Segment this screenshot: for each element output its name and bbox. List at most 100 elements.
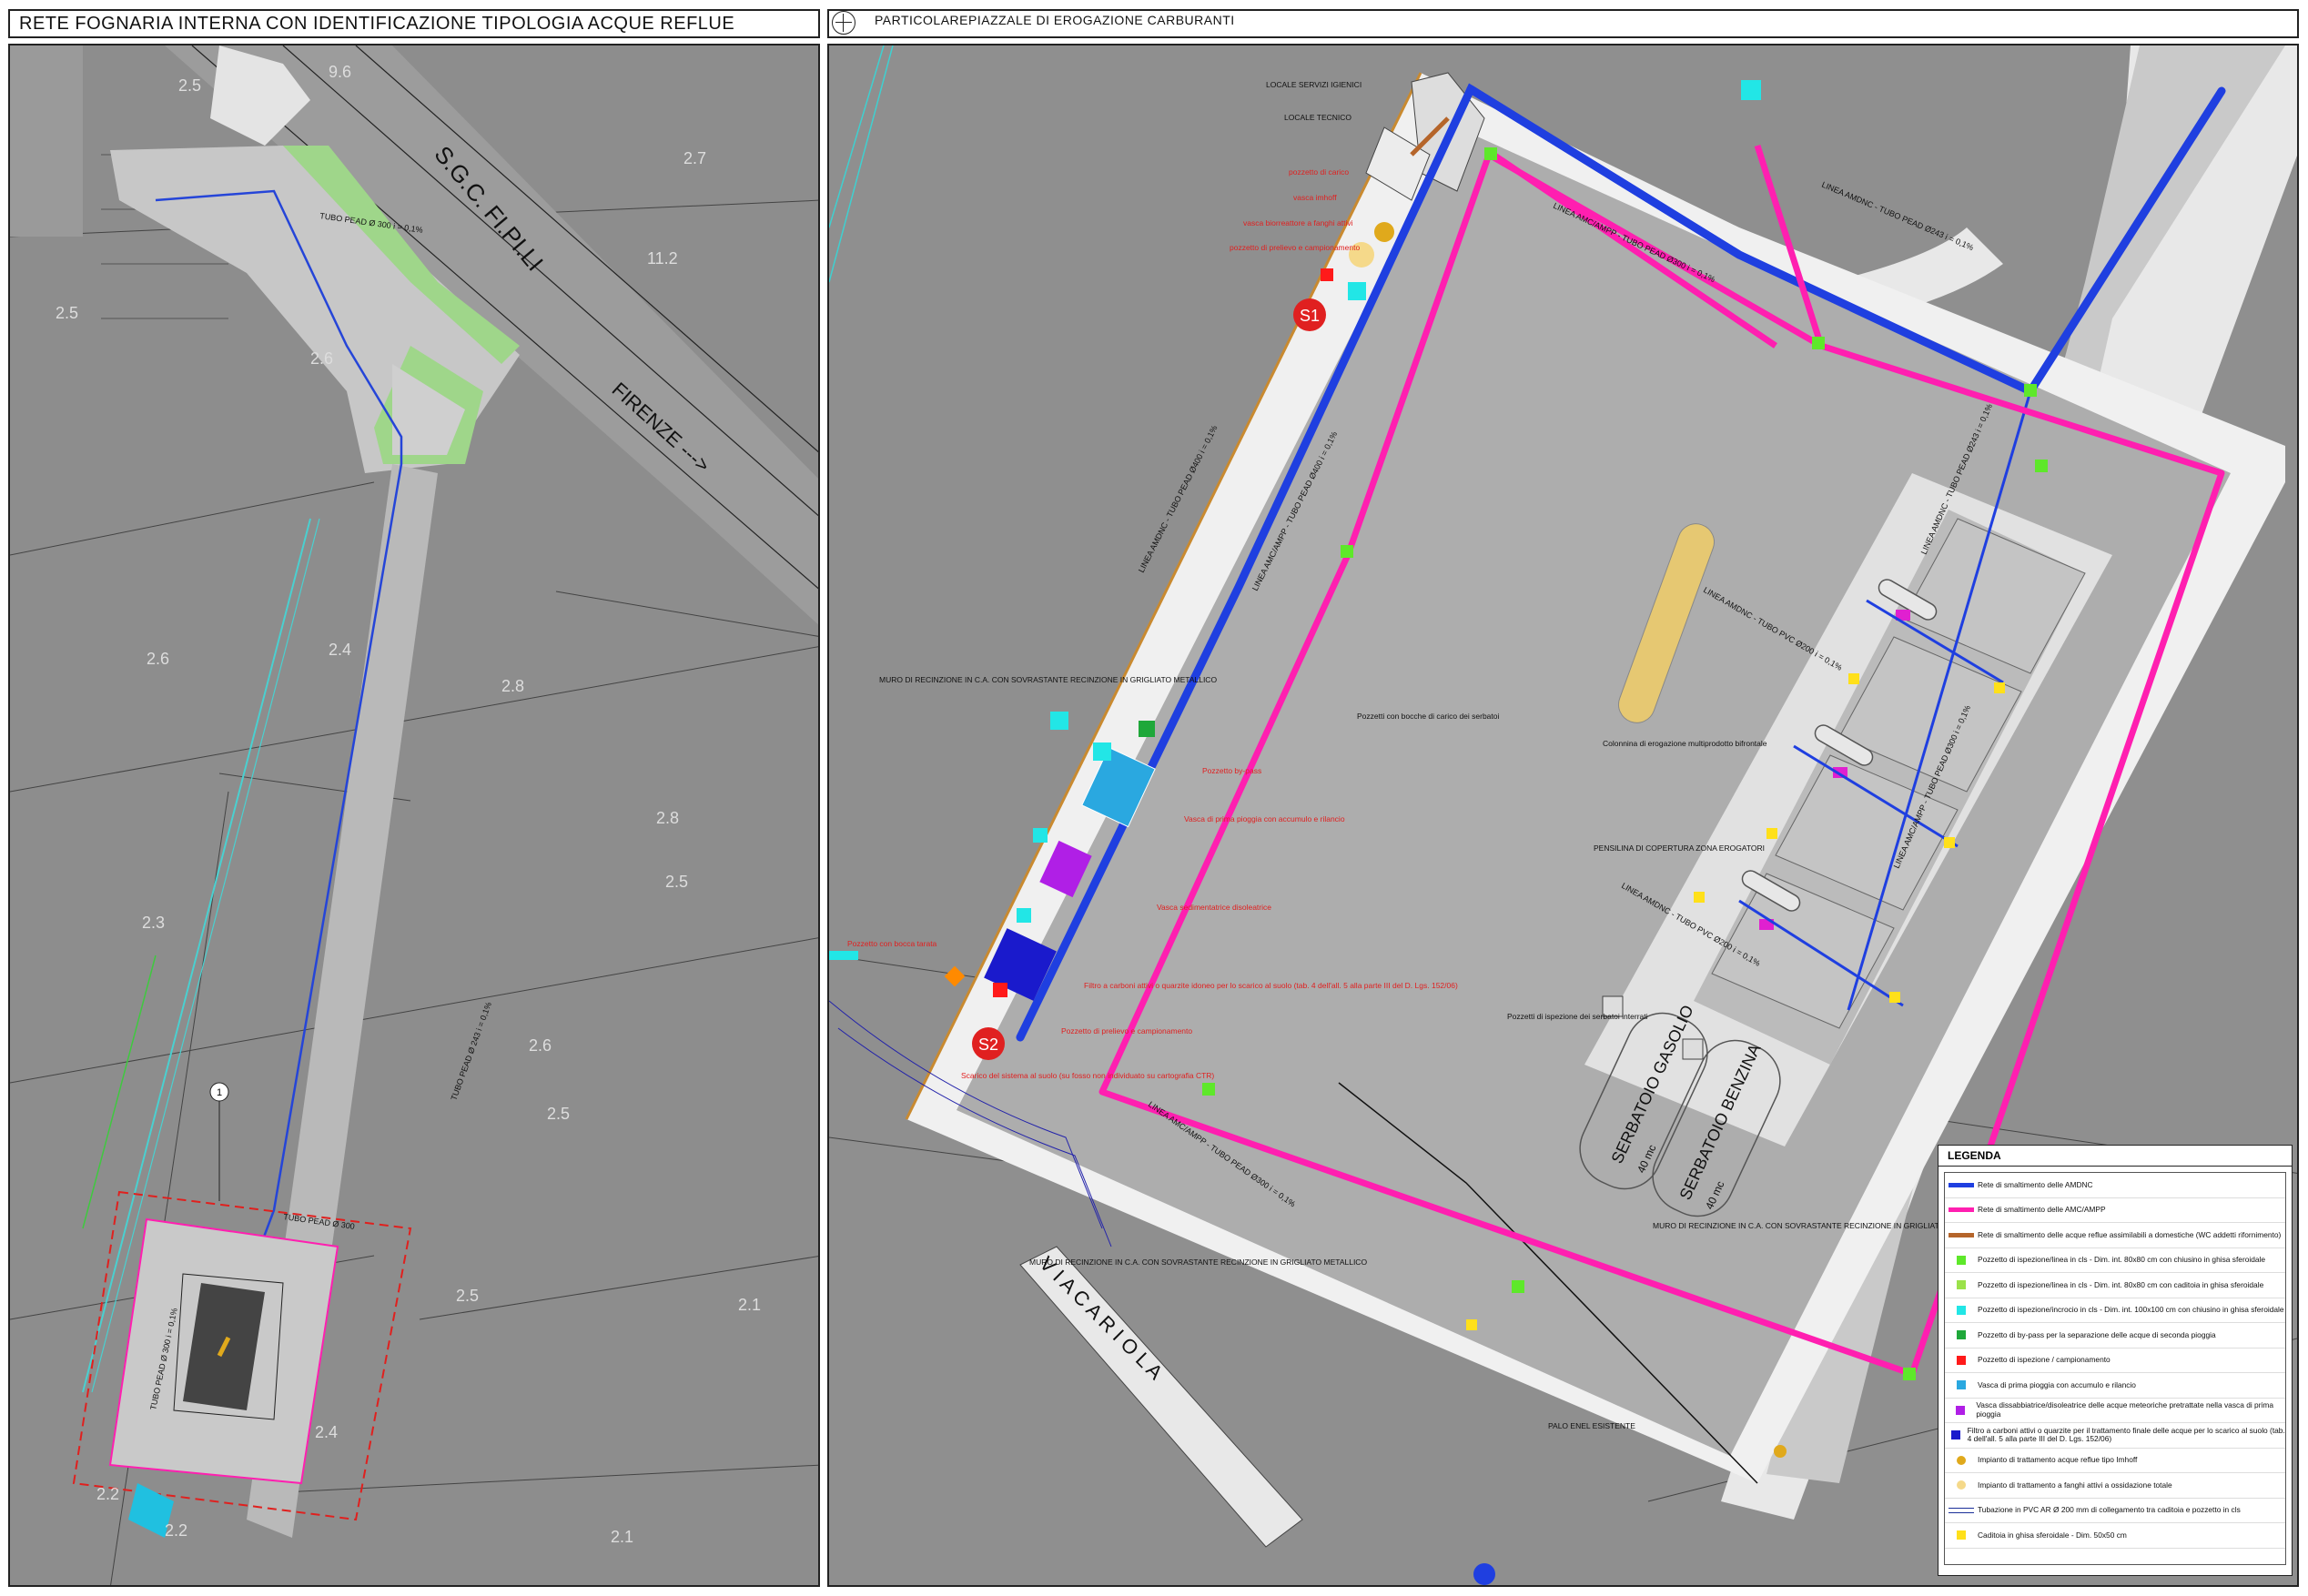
elevation: 2.5 [665,873,688,891]
legend-item-label: Rete di smaltimento delle acque reflue a… [1978,1229,2282,1239]
elevation: 2.4 [329,641,351,659]
legend-square-icon [1951,1430,1961,1440]
legend-item: Filtro a carboni attivi o quarzite per i… [1945,1423,2285,1449]
legend-title: LEGENDA [1939,1146,2292,1167]
label-bypass: Pozzetto by-pass [1202,766,1261,775]
legend-square-icon [1957,1280,1966,1290]
elevation: 2.5 [56,304,78,322]
label-fence-bottom: MURO DI RECINZIONE IN C.A. CON SOVRASTAN… [1029,1258,1367,1267]
legend-item: Rete di smaltimento delle AMC/AMPP [1945,1198,2285,1223]
legend-circle-icon [1957,1455,1966,1465]
legend-line-icon [1949,1232,1974,1237]
site-plan-drawing: 1 S.G.C. FI.PI.LI FIRENZE ---> TUBO PEAD… [10,45,818,1585]
label-dispenser: Colonnina di erogazione multiprodotto bi… [1603,739,1767,748]
sampling-point-s1: S1 [1300,307,1320,325]
label-enel-pole: PALO ENEL ESISTENTE [1548,1421,1635,1430]
elevation: 2.2 [165,1521,187,1540]
legend-item: Caditoia in ghisa sferoidale - Dim. 50x5… [1945,1523,2285,1549]
elevation: 2.1 [738,1296,761,1314]
elevation: 2.1 [611,1528,633,1546]
label-service-building: LOCALE SERVIZI IGIENICI [1266,80,1362,89]
bypass-well-icon [1139,721,1155,737]
legend-item: Pozzetto di ispezione/linea in cls - Dim… [1945,1248,2285,1273]
label-loading-well: pozzetto di carico [1289,167,1349,177]
left-panel-title: RETE FOGNARIA INTERNA CON IDENTIFICAZION… [19,14,735,34]
elevation: 2.8 [656,809,679,827]
legend-circle-icon [1957,1480,1966,1490]
elevation: 2.6 [529,1036,552,1055]
legend-item-label: Rete di smaltimento delle AMDNC [1978,1179,2093,1189]
elevation: 9.6 [329,63,351,81]
legend-item-label: Impianto di trattamento a fanghi attivi … [1978,1480,2172,1490]
legend-pipe-icon [1949,1507,1974,1513]
legend-line-icon [1949,1207,1974,1213]
legend-item: Pozzetto di by-pass per la separazione d… [1945,1323,2285,1349]
legend-square-icon [1957,1530,1966,1540]
legend-item-label: Vasca di prima pioggia con accumulo e ri… [1978,1379,2136,1389]
legend-square-icon [1956,1405,1966,1415]
elevation: 2.7 [683,149,706,167]
sampling-point-s2: S2 [978,1035,998,1054]
legend-square-icon [1957,1380,1966,1390]
legend-item-label: Vasca dissabbiatrice/disoleatrice delle … [1976,1400,2273,1419]
right-panel-title: PARTICOLAREPIAZZALE DI EROGAZIONE CARBUR… [875,13,1235,27]
label-fence-left: MURO DI RECINZIONE IN C.A. CON SOVRASTAN… [879,675,1217,684]
legend-item: Impianto di trattamento acque reflue tip… [1945,1449,2285,1473]
elevation: 2.5 [547,1105,570,1123]
label-sampling-top: pozzetto di prelievo e campionamento [1230,243,1360,252]
right-panel-header: PARTICOLAREPIAZZALE DI EROGAZIONE CARBUR… [827,9,2299,38]
legend-item: Pozzetto di ispezione/incrocio in cls - … [1945,1298,2285,1323]
legend-item-label: Pozzetto di ispezione/linea in cls - Dim… [1978,1279,2264,1289]
label-calibrated-well: Pozzetto con bocca tarata [847,939,937,948]
detail-marker: 1 [217,1087,222,1098]
legend-item: Pozzetto di ispezione / campionamento [1945,1349,2285,1373]
legend-square-icon [1957,1305,1966,1315]
label-filter: Filtro a carboni attivi o quarzite idone… [1084,981,1458,990]
legend-item-label: Impianto di trattamento acque reflue tip… [1978,1455,2138,1464]
elevation: 2.3 [142,914,165,932]
label-canopy: PENSILINA DI COPERTURA ZONA EROGATORI [1594,843,1765,853]
label-sampling-bottom: Pozzetto di prelievo e campionamento [1061,1026,1192,1035]
legend-item-label: Caditoia in ghisa sferoidale - Dim. 50x5… [1978,1530,2127,1540]
legend-items: Rete di smaltimento delle AMDNC Rete di s… [1944,1172,2286,1565]
elevation: 11.2 [647,249,678,268]
legend-line-icon [1949,1182,1974,1187]
legend-square-icon [1957,1330,1966,1340]
legend-item: Tubazione in PVC AR Ø 200 mm di collegam… [1945,1499,2285,1523]
legend-item-label: Pozzetto di ispezione/incrocio in cls - … [1978,1305,2284,1314]
label-bioreactor: vasca biorreattore a fanghi attivi [1243,218,1353,227]
legend-item: Vasca di prima pioggia con accumulo e ri… [1945,1373,2285,1399]
label-first-flush: Vasca di prima pioggia con accumulo e ri… [1184,814,1345,823]
elevation: 2.5 [178,76,201,95]
left-panel-header: RETE FOGNARIA INTERNA CON IDENTIFICAZION… [8,9,820,38]
label-imhoff: vasca imhoff [1293,193,1337,202]
enel-pole-icon [1774,1445,1787,1458]
legend-item: Vasca dissabbiatrice/disoleatrice delle … [1945,1399,2285,1423]
label-discharge: Scarico del sistema al suolo (su fosso n… [961,1071,1214,1080]
legend-square-icon [1957,1255,1966,1265]
fuel-station-detail-panel: V I A C A R I O L A SERBATOIO GASOLIO 40… [827,44,2299,1587]
elevation: 2.6 [310,349,333,368]
legend-item-label: Pozzetto di ispezione/linea in cls - Dim… [1978,1255,2266,1264]
legend-square-icon [1957,1355,1966,1365]
elevation: 2.8 [501,677,524,695]
legend-item: Rete di smaltimento delle acque reflue a… [1945,1223,2285,1248]
site-plan-panel: 1 S.G.C. FI.PI.LI FIRENZE ---> TUBO PEAD… [8,44,820,1587]
legend-item-label: Pozzetto di by-pass per la separazione d… [1978,1329,2216,1339]
legend-item: Pozzetto di ispezione/linea in cls - Dim… [1945,1273,2285,1298]
elevation: 2.4 [315,1423,338,1441]
label-sedimentation: Vasca sedimentatrice disoleatrice [1157,903,1271,912]
elevation: 2.5 [456,1287,479,1305]
elevation: 2.2 [96,1485,119,1503]
legend-item-label: Rete di smaltimento delle AMC/AMPP [1978,1205,2106,1214]
legend-item: Impianto di trattamento a fanghi attivi … [1945,1473,2285,1499]
legend-item-label: Filtro a carboni attivi o quarzite per i… [1967,1425,2285,1444]
label-technical-room: LOCALE TECNICO [1284,113,1351,122]
label-tank-fill-wells: Pozzetti con bocche di carico dei serbat… [1357,712,1500,721]
north-arrow-icon [832,11,855,35]
legend-item: Rete di smaltimento delle AMDNC [1945,1173,2285,1198]
legend-item-label: Tubazione in PVC AR Ø 200 mm di collegam… [1978,1505,2241,1514]
label-tank-inspection: Pozzetti di ispezione dei serbatoi inter… [1507,1012,1648,1021]
legend: LEGENDA Rete di smaltimento delle AMDNC R… [1938,1145,2293,1576]
elevation: 2.6 [147,650,169,668]
